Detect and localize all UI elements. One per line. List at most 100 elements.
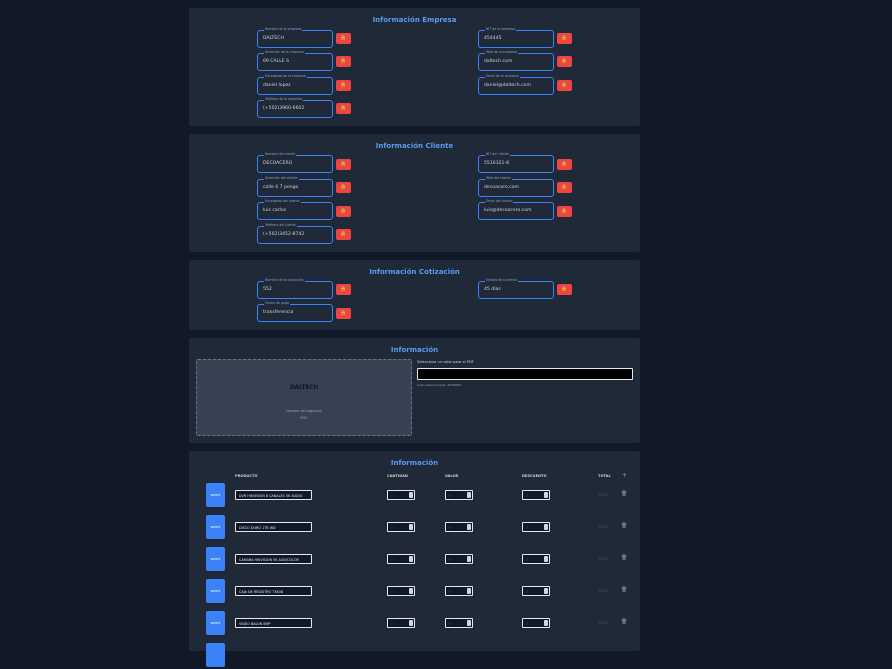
select-button[interactable] — [206, 643, 225, 667]
valor-input[interactable]: 0 — [445, 522, 473, 532]
descuento-input[interactable]: 0 — [522, 522, 550, 532]
field-label: Dirección de la empresa — [264, 50, 305, 54]
select-button[interactable]: select — [206, 611, 225, 635]
lock-icon[interactable]: 🔒 — [557, 33, 572, 44]
lock-icon[interactable]: 🔒 — [557, 206, 572, 217]
trash-icon[interactable]: 🗑 — [621, 491, 627, 497]
lock-icon[interactable]: 🔒 — [336, 159, 351, 170]
producto-input[interactable]: VIDEO BALUN 8MP — [235, 618, 312, 628]
producto-input[interactable]: DISCO DURO 1TB WD — [235, 522, 312, 532]
producto-input[interactable]: CAJA DE REGISTRO T3K08 — [235, 586, 312, 596]
spinner-icon[interactable] — [544, 620, 548, 626]
valor-value: 0 — [449, 493, 452, 498]
trash-icon[interactable]: 🗑 — [621, 523, 627, 529]
cantidad-input[interactable]: 0 — [387, 522, 415, 532]
cantidad-input[interactable]: 0 — [387, 586, 415, 596]
descuento-input[interactable]: 0 — [522, 554, 550, 564]
select-button[interactable]: select — [206, 547, 225, 571]
cotizacion-numero-field[interactable]: Número de la cotización 552 — [257, 278, 333, 299]
descuento-input[interactable]: 0 — [522, 618, 550, 628]
spinner-icon[interactable] — [409, 556, 413, 562]
trash-icon[interactable]: 🗑 — [621, 555, 627, 561]
cliente-nit-field[interactable]: NIT del cliente 5516321-8 — [478, 152, 554, 173]
row-total: Q0.00 — [598, 557, 609, 561]
spinner-icon[interactable] — [544, 524, 548, 530]
lock-icon[interactable]: 🔒 — [557, 159, 572, 170]
lock-icon[interactable]: 🔒 — [336, 80, 351, 91]
select-button[interactable]: select — [206, 579, 225, 603]
lock-icon[interactable]: 🔒 — [336, 229, 351, 240]
lock-icon[interactable]: 🔒 — [336, 284, 351, 295]
empresa-telefono-field[interactable]: Teléfono de la empresa (+502)3960-6602 — [257, 97, 333, 118]
lock-icon[interactable]: 🔒 — [336, 33, 351, 44]
empresa-direccion-field[interactable]: Dirección de la empresa 69 CALLE S — [257, 50, 333, 71]
field-value: DECOACERO — [263, 161, 293, 166]
valor-input[interactable]: 0 — [445, 490, 473, 500]
spinner-icon[interactable] — [409, 492, 413, 498]
empresa-encargado-field[interactable]: Encargado de la empresa daniel lopez — [257, 74, 333, 95]
lock-icon[interactable]: 🔒 — [557, 284, 572, 295]
plus-icon[interactable]: + — [622, 472, 627, 479]
lock-icon[interactable]: 🔒 — [336, 308, 351, 319]
color-help: Color seleccionado: #000000 — [417, 383, 462, 387]
select-button[interactable]: select — [206, 483, 225, 507]
lock-icon[interactable]: 🔒 — [336, 206, 351, 217]
valor-input[interactable]: 0 — [445, 586, 473, 596]
select-button[interactable]: select — [206, 515, 225, 539]
spinner-icon[interactable] — [467, 620, 471, 626]
cliente-nombre-field[interactable]: Nombre del cliente DECOACERO — [257, 152, 333, 173]
lock-icon[interactable]: 🔒 — [557, 182, 572, 193]
empresa-web-field[interactable]: Web de la empresa daltech.com — [478, 50, 554, 71]
empresa-email-field[interactable]: Email de la empresa daniel@daltech.com — [478, 74, 554, 95]
cantidad-value: 0 — [391, 493, 394, 498]
cliente-direccion-field[interactable]: Dirección del cliente calle 4 7 pongo — [257, 176, 333, 197]
field-value: luis@decoacero.com — [484, 208, 532, 213]
cliente-web-field[interactable]: Web del cliente decoacero.com — [478, 176, 554, 197]
descuento-value: 0 — [526, 493, 529, 498]
spinner-icon[interactable] — [467, 556, 471, 562]
cliente-email-field[interactable]: Email del cliente luis@decoacero.com — [478, 199, 554, 220]
table-row: select DISCO DURO 1TB WD 0 0 0 Q0.00 🗑 — [189, 515, 640, 541]
logo-preview: DALTECH — [290, 384, 318, 391]
producto-value: DISCO DURO 1TB WD — [239, 525, 276, 530]
spinner-icon[interactable] — [544, 556, 548, 562]
lock-icon[interactable]: 🔒 — [557, 80, 572, 91]
empresa-nombre-field[interactable]: Nombre de la empresa DALTECH — [257, 27, 333, 48]
cliente-encargado-field[interactable]: Encargado del cliente luis carlos — [257, 199, 333, 220]
spinner-icon[interactable] — [467, 588, 471, 594]
spinner-icon[interactable] — [409, 620, 413, 626]
cantidad-input[interactable]: 0 — [387, 554, 415, 564]
field-label: Web de la empresa — [485, 50, 518, 54]
spinner-icon[interactable] — [409, 588, 413, 594]
producto-input[interactable]: DVR HIKVISION 8 CANALES 5K AUDIO — [235, 490, 312, 500]
spinner-icon[interactable] — [409, 524, 413, 530]
empresa-nit-field[interactable]: NIT de la empresa 454445 — [478, 27, 554, 48]
lock-icon[interactable]: 🔒 — [336, 182, 351, 193]
valor-input[interactable]: 0 — [445, 554, 473, 564]
logo-dropzone[interactable]: DALTECH nombre-del-logo.png PNG — [196, 359, 412, 436]
producto-input[interactable]: CAMARA HIKVISION 5K AUD/COLOR — [235, 554, 312, 564]
valor-input[interactable]: 0 — [445, 618, 473, 628]
color-picker[interactable] — [417, 368, 633, 380]
cantidad-value: 0 — [391, 589, 394, 594]
descuento-input[interactable]: 0 — [522, 490, 550, 500]
cotizacion-pago-field[interactable]: Forma de pago transferencia — [257, 301, 333, 322]
trash-icon[interactable]: 🗑 — [621, 587, 627, 593]
descuento-input[interactable]: 0 — [522, 586, 550, 596]
spinner-icon[interactable] — [467, 524, 471, 530]
cotizacion-validez-field[interactable]: Validez de la oferta 45 días — [478, 278, 554, 299]
table-row: select VIDEO BALUN 8MP 0 0 0 Q0.00 🗑 — [189, 611, 640, 637]
spinner-icon[interactable] — [544, 492, 548, 498]
cliente-telefono-field[interactable]: Teléfono del cliente (+502)3452-8742 — [257, 223, 333, 244]
lock-icon[interactable]: 🔒 — [557, 56, 572, 67]
lock-icon[interactable]: 🔒 — [336, 103, 351, 114]
cantidad-input[interactable]: 0 — [387, 618, 415, 628]
spinner-icon[interactable] — [467, 492, 471, 498]
cantidad-input[interactable]: 0 — [387, 490, 415, 500]
spinner-icon[interactable] — [544, 588, 548, 594]
field-value: 454445 — [484, 36, 502, 41]
producto-value: CAMARA HIKVISION 5K AUD/COLOR — [239, 557, 299, 562]
field-value: (+502)3452-8742 — [263, 232, 305, 237]
trash-icon[interactable]: 🗑 — [621, 619, 627, 625]
lock-icon[interactable]: 🔒 — [336, 56, 351, 67]
